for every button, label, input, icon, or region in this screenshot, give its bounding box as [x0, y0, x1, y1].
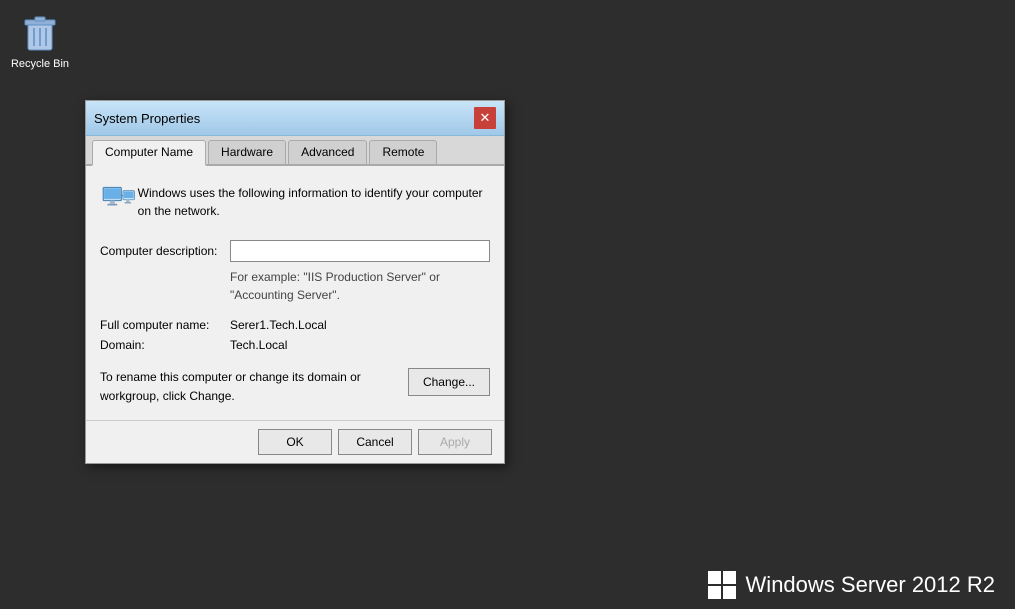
- windows-logo-icon: [708, 571, 736, 599]
- full-computer-name-row: Full computer name: Serer1.Tech.Local: [100, 318, 490, 332]
- full-computer-name-value: Serer1.Tech.Local: [230, 318, 327, 332]
- info-text: Windows uses the following information t…: [138, 180, 490, 220]
- dialog-titlebar: System Properties ✕: [86, 101, 504, 136]
- desktop: Recycle Bin Windows Server 2012 R2 Syste…: [0, 0, 1015, 609]
- description-hint: For example: "IIS Production Server" or …: [230, 268, 490, 304]
- dialog-title: System Properties: [94, 111, 200, 126]
- recycle-bin-icon[interactable]: Recycle Bin: [10, 10, 70, 70]
- change-button[interactable]: Change...: [408, 368, 490, 396]
- dialog-body: Windows uses the following information t…: [86, 166, 504, 420]
- cancel-button[interactable]: Cancel: [338, 429, 412, 455]
- tab-advanced[interactable]: Advanced: [288, 140, 367, 164]
- tab-hardware[interactable]: Hardware: [208, 140, 286, 164]
- description-label: Computer description:: [100, 244, 230, 258]
- info-row: Windows uses the following information t…: [100, 180, 490, 226]
- domain-row: Domain: Tech.Local: [100, 338, 490, 352]
- branding-text: Windows Server 2012 R2: [746, 572, 995, 598]
- dialog-close-button[interactable]: ✕: [474, 107, 496, 129]
- ok-button[interactable]: OK: [258, 429, 332, 455]
- tab-bar: Computer Name Hardware Advanced Remote: [86, 136, 504, 166]
- windows-branding: Windows Server 2012 R2: [708, 571, 995, 599]
- system-properties-dialog: System Properties ✕ Computer Name Hardwa…: [85, 100, 505, 464]
- computer-network-icon: [100, 180, 138, 226]
- full-computer-name-label: Full computer name:: [100, 318, 230, 332]
- rename-text: To rename this computer or change its do…: [100, 368, 408, 406]
- tab-computer-name[interactable]: Computer Name: [92, 140, 206, 166]
- apply-button[interactable]: Apply: [418, 429, 492, 455]
- rename-section: To rename this computer or change its do…: [100, 368, 490, 406]
- description-input[interactable]: [230, 240, 490, 262]
- domain-label: Domain:: [100, 338, 230, 352]
- domain-value: Tech.Local: [230, 338, 287, 352]
- description-row: Computer description:: [100, 240, 490, 262]
- recycle-bin-label: Recycle Bin: [11, 58, 69, 70]
- tab-remote[interactable]: Remote: [369, 140, 437, 164]
- dialog-footer: OK Cancel Apply: [86, 420, 504, 463]
